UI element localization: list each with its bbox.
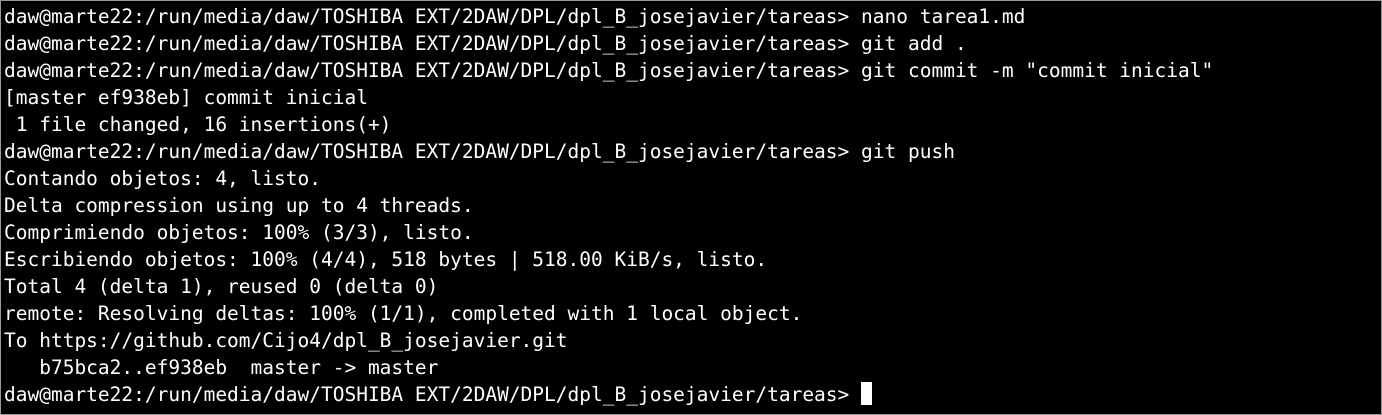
terminal-line: daw@marte22:/run/media/daw/TOSHIBA EXT/2… — [4, 5, 1026, 28]
terminal-cursor[interactable] — [861, 382, 873, 405]
terminal-line: Total 4 (delta 1), reused 0 (delta 0) — [4, 275, 439, 298]
terminal-line: Contando objetos: 4, listo. — [4, 167, 321, 190]
terminal-prompt: daw@marte22:/run/media/daw/TOSHIBA EXT/2… — [4, 383, 862, 406]
terminal-line: daw@marte22:/run/media/daw/TOSHIBA EXT/2… — [4, 32, 967, 55]
terminal-line: To https://github.com/Cijo4/dpl_B_joseja… — [4, 329, 568, 352]
terminal-line: daw@marte22:/run/media/daw/TOSHIBA EXT/2… — [4, 59, 1214, 82]
terminal-window[interactable]: daw@marte22:/run/media/daw/TOSHIBA EXT/2… — [0, 0, 1382, 415]
terminal-input-line[interactable]: daw@marte22:/run/media/daw/TOSHIBA EXT/2… — [4, 381, 1381, 408]
terminal-line: remote: Resolving deltas: 100% (1/1), co… — [4, 302, 803, 325]
terminal-line: Delta compression using up to 4 threads. — [4, 194, 474, 217]
terminal-line: 1 file changed, 16 insertions(+) — [4, 113, 392, 136]
terminal-line: daw@marte22:/run/media/daw/TOSHIBA EXT/2… — [4, 140, 955, 163]
terminal-line: Comprimiendo objetos: 100% (3/3), listo. — [4, 221, 474, 244]
terminal-line: b75bca2..ef938eb master -> master — [4, 356, 439, 379]
terminal-line: [master ef938eb] commit inicial — [4, 86, 368, 109]
terminal-line: Escribiendo objetos: 100% (4/4), 518 byt… — [4, 248, 768, 271]
